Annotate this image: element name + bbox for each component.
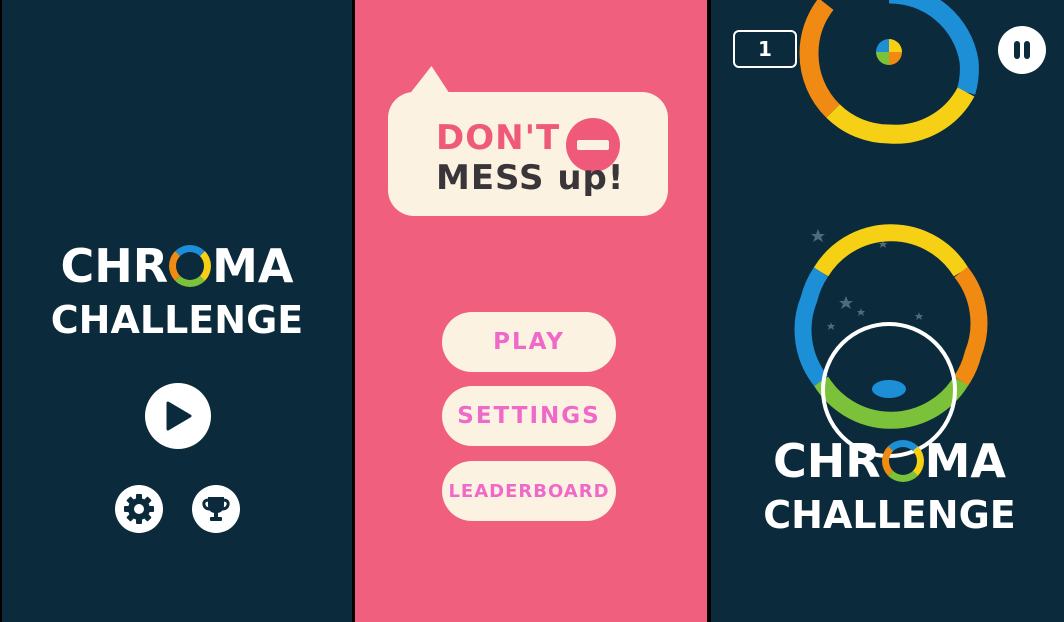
pause-icon xyxy=(1014,41,1030,59)
home-screen-dark: CHR MA CHALLENGE xyxy=(2,0,352,622)
settings-button-label: SETTINGS xyxy=(457,403,601,429)
color-switcher-icon xyxy=(876,39,902,65)
trophy-icon xyxy=(202,497,230,521)
logo-subtitle: CHALLENGE xyxy=(50,298,304,342)
top-ring-blue-segment xyxy=(888,0,979,95)
logo-color-ring-icon xyxy=(169,245,212,287)
leaderboard-button-label: LEADERBOARD xyxy=(448,480,610,502)
leaderboard-button[interactable]: LEADERBOARD xyxy=(442,461,616,521)
logo-text-part2: MA xyxy=(212,239,294,293)
settings-button[interactable] xyxy=(115,485,163,533)
home-screen-pink: DON'T MESS up! PLAY SETTINGS LEADERBOARD xyxy=(355,0,707,622)
top-ring-yellow-segment xyxy=(826,87,975,144)
leaderboard-button[interactable] xyxy=(192,485,240,533)
play-icon xyxy=(166,401,192,431)
logo-text-part1: CHR xyxy=(772,434,881,488)
score-display: 1 xyxy=(733,30,797,68)
speech-bubble: DON'T MESS up! xyxy=(388,92,668,216)
speech-line-2: MESS up! xyxy=(436,158,625,198)
score-value: 1 xyxy=(758,37,772,61)
logo-subtitle: CHALLENGE xyxy=(763,493,1016,537)
bottom-ring-blue-segment xyxy=(794,267,829,387)
play-button-label: PLAY xyxy=(493,329,565,355)
settings-button[interactable]: SETTINGS xyxy=(442,386,616,446)
speech-line-1: DON'T xyxy=(436,118,561,158)
pause-button[interactable] xyxy=(998,26,1046,74)
play-button[interactable] xyxy=(145,383,211,449)
bottom-ring-orange-segment xyxy=(953,266,988,386)
logo-text-part2: MA xyxy=(924,434,1007,488)
logo-text-part1: CHR xyxy=(60,239,169,293)
gear-icon xyxy=(124,494,154,524)
player-ball xyxy=(872,380,906,398)
top-ring-orange-segment xyxy=(799,0,840,118)
game-logo: CHR MA CHALLENGE xyxy=(711,438,1064,534)
play-button[interactable]: PLAY xyxy=(442,312,616,372)
gameplay-screen: 1 CHR MA CHALLENGE xyxy=(711,0,1064,622)
bottom-ring-yellow-segment xyxy=(813,224,969,277)
top-color-ring xyxy=(799,0,979,144)
game-logo: CHR MA CHALLENGE xyxy=(2,243,352,339)
logo-color-ring-icon xyxy=(881,440,924,482)
